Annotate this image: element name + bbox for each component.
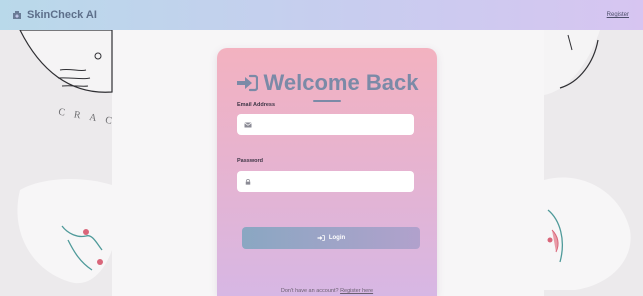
- welcome-title: Welcome Back: [263, 70, 419, 95]
- sign-in-icon: [236, 74, 258, 92]
- login-card: Welcome Back Email Address Password Logi…: [217, 48, 437, 296]
- email-field[interactable]: [237, 114, 414, 135]
- password-field[interactable]: [237, 171, 414, 192]
- register-nav-link[interactable]: Register: [607, 12, 629, 18]
- password-input[interactable]: [256, 178, 414, 185]
- sign-in-icon: [317, 235, 325, 241]
- password-label: Password: [237, 158, 263, 164]
- login-button[interactable]: Login: [242, 227, 420, 249]
- envelope-icon: [244, 121, 252, 127]
- title-underline: [313, 100, 341, 102]
- clinic-icon: [13, 11, 21, 19]
- email-input[interactable]: [256, 121, 414, 128]
- register-here-link[interactable]: Register here: [340, 288, 373, 294]
- login-button-label: Login: [328, 235, 346, 241]
- brand[interactable]: SkinCheck AI: [12, 9, 97, 21]
- card-title: Welcome Back: [217, 70, 437, 96]
- register-prompt: Don't have an account? Register here: [217, 288, 437, 294]
- register-prompt-text: Don't have an account?: [280, 288, 339, 294]
- top-navbar: SkinCheck AI Register: [0, 0, 643, 30]
- login-page: CRAC SkinCheck AI Register Welcome Back …: [0, 0, 643, 296]
- brand-name: SkinCheck AI: [27, 9, 97, 21]
- email-label: Email Address: [237, 102, 276, 108]
- lock-icon: [245, 178, 251, 185]
